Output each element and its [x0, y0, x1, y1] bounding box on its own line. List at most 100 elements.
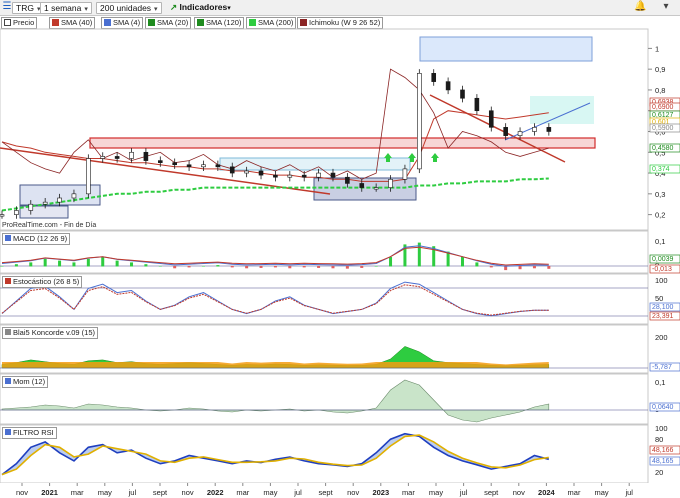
candle-body	[244, 170, 249, 174]
blai5-label[interactable]: Blai5 Koncorde v.09 (15)	[2, 327, 98, 339]
x-axis-label: jul	[459, 488, 468, 497]
macd-bar	[0, 266, 4, 267]
candle-body	[71, 193, 77, 199]
price-tick-label: 0,8	[655, 86, 665, 95]
candle-body	[215, 164, 221, 168]
macd-bar	[245, 266, 249, 269]
rsi-label[interactable]: FILTRO RSI	[2, 427, 57, 439]
rsi-swatch-icon	[5, 429, 11, 435]
blai5-label-text: Blai5 Koncorde v.09 (15)	[13, 328, 95, 337]
price-tick-label: 0,9	[655, 65, 665, 74]
macd-bar	[389, 257, 393, 267]
x-axis-label: may	[429, 488, 443, 497]
macd-bar	[29, 262, 33, 267]
candle-body	[287, 174, 293, 178]
candle-body	[172, 162, 177, 166]
resistance-box	[419, 36, 593, 62]
macd-bar	[489, 266, 493, 268]
lower-tag-label: 48,166	[652, 447, 674, 454]
macd-bar	[58, 260, 62, 267]
stochastic-label[interactable]: Estocástico (26 8 5)	[2, 276, 83, 288]
price-tick-label: 1	[655, 44, 659, 53]
stochastic-label-text: Estocástico (26 8 5)	[13, 277, 80, 286]
candle-body	[330, 172, 336, 178]
macd-bar	[14, 264, 18, 267]
candle-body	[474, 97, 480, 112]
mom-swatch-icon	[5, 378, 11, 384]
macd-bar	[43, 258, 47, 267]
lower-tick-label: 50	[655, 294, 663, 303]
macd-bar	[374, 266, 378, 267]
candle-body	[273, 174, 278, 178]
x-axis-label: nov	[513, 488, 525, 497]
macd-bar	[345, 266, 349, 269]
macd-bar	[288, 266, 292, 269]
candle-body	[417, 73, 422, 170]
x-axis-label: sept	[484, 488, 499, 497]
x-axis-label: may	[595, 488, 609, 497]
macd-bar	[201, 266, 205, 267]
macd-swatch-icon	[5, 235, 11, 241]
x-axis-label: 2024	[538, 488, 556, 497]
candle-body	[402, 168, 408, 180]
mom-label[interactable]: Mom (12)	[2, 376, 49, 388]
price-tag-label: 0,6900	[652, 104, 674, 111]
x-axis-label: nov	[16, 488, 28, 497]
macd-bar	[360, 266, 364, 268]
lower-tag-label: 0,0039	[652, 256, 674, 263]
macd-bar	[158, 266, 162, 267]
price-chart[interactable]: 10,90,80,70,60,50,40,30,2 0,69380,69000,…	[0, 0, 680, 498]
macd-bar	[72, 262, 76, 267]
x-axis-label: 2023	[372, 488, 389, 497]
macd-panel	[0, 230, 649, 274]
x-axis-label: mar	[236, 488, 249, 497]
candle-body	[359, 183, 365, 188]
candle-body	[373, 187, 379, 190]
macd-bar	[86, 258, 90, 267]
x-axis-label: nov	[182, 488, 194, 497]
macd-bar	[259, 266, 263, 268]
lower-tag-label: -5,787	[652, 364, 672, 371]
candle-body	[14, 210, 19, 215]
macd-label[interactable]: MACD (12 26 9)	[2, 233, 71, 245]
macd-bar	[317, 266, 321, 268]
candle-body	[546, 127, 552, 132]
x-axis-label: jul	[293, 488, 302, 497]
candle-body	[28, 203, 34, 211]
macd-bar	[101, 257, 105, 267]
macd-bar	[460, 257, 464, 267]
macd-bar	[130, 262, 134, 267]
macd-bar	[216, 265, 220, 267]
macd-label-text: MACD (12 26 9)	[13, 234, 68, 243]
x-axis-label: may	[98, 488, 112, 497]
candle-body	[0, 214, 5, 217]
candle-body	[86, 158, 91, 195]
macd-bar	[475, 262, 479, 267]
mom-panel	[0, 373, 649, 425]
lower-tag-label: -0,013	[652, 266, 672, 273]
lower-tick-label: 100	[655, 276, 668, 285]
blai5-orange-area	[2, 362, 549, 368]
candle-body	[100, 156, 106, 159]
candle-body	[532, 127, 537, 132]
candle-body	[42, 201, 48, 205]
rsi-panel	[0, 424, 649, 484]
rsi-label-text: FILTRO RSI	[13, 428, 54, 437]
x-axis-label: mar	[568, 488, 581, 497]
candle-body	[201, 164, 206, 168]
candle-body	[445, 81, 451, 91]
candle-body	[143, 151, 149, 161]
stochastic-swatch-icon	[5, 278, 11, 284]
x-axis-label: 2021	[41, 488, 58, 497]
stochastic-panel	[0, 273, 649, 325]
lower-tag-label: 0,0640	[652, 404, 674, 411]
lower-tick-label: 80	[655, 435, 663, 444]
macd-bar	[302, 266, 306, 268]
macd-bar	[187, 266, 191, 268]
x-axis-label: mar	[402, 488, 415, 497]
candle-body	[129, 151, 134, 159]
price-tag-label: 0,5900	[652, 125, 674, 132]
lower-tick-label: 0,1	[655, 378, 665, 387]
macd-bar	[547, 266, 551, 269]
macd-bar	[230, 266, 234, 268]
